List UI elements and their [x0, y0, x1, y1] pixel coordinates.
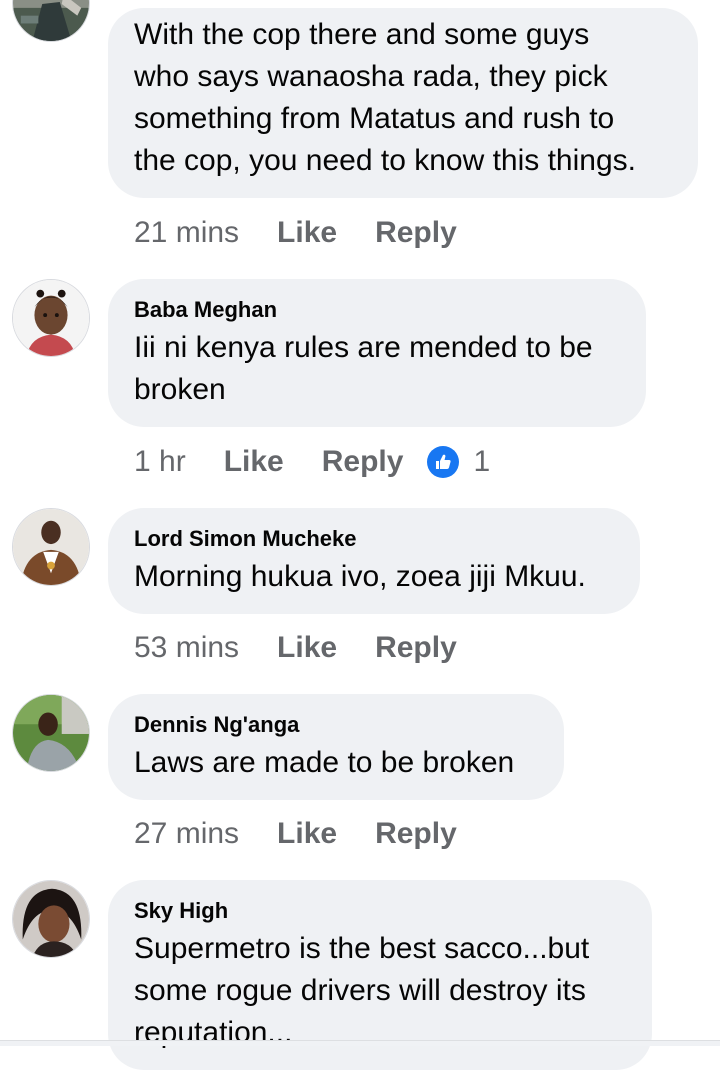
- reply-button[interactable]: Reply: [322, 445, 404, 479]
- comment-author[interactable]: Sky High: [134, 898, 228, 924]
- comment-text-line: something from Matatus and rush to: [134, 102, 615, 135]
- comment-text-line: some rogue drivers will destroy its: [134, 974, 586, 1007]
- reaction-summary[interactable]: 1: [427, 445, 490, 479]
- comment-actions: 53 mins Like Reply: [134, 628, 481, 668]
- avatar-image: [13, 0, 89, 41]
- avatar[interactable]: [12, 694, 90, 772]
- comment-author[interactable]: Lord Simon Mucheke: [134, 526, 356, 552]
- like-button[interactable]: Like: [277, 631, 337, 665]
- avatar-image: [13, 509, 89, 585]
- avatar[interactable]: [12, 279, 90, 357]
- comment-bubble: Lord Simon Mucheke Morning hukua ivo, zo…: [108, 508, 640, 614]
- thumbs-up-icon: [427, 446, 460, 478]
- reply-button[interactable]: Reply: [375, 631, 457, 665]
- reaction-count: 1: [473, 445, 491, 478]
- comment-actions: 27 mins Like Reply: [134, 814, 481, 854]
- comment-text-line: the cop, you need to know this things.: [134, 144, 636, 177]
- avatar[interactable]: [12, 880, 90, 958]
- comment-text-line: Laws are made to be broken: [134, 746, 515, 779]
- comment-actions: 21 mins Like Reply: [134, 213, 481, 253]
- comment-text-line: who says wanaosha rada, they pick: [134, 60, 608, 93]
- comment-text-line: Morning hukua ivo, zoea jiji Mkuu.: [134, 560, 586, 593]
- like-button[interactable]: Like: [277, 216, 337, 250]
- comment-bubble: Dennis Ng'anga Laws are made to be broke…: [108, 694, 564, 800]
- avatar[interactable]: [12, 0, 90, 42]
- comment-timestamp: 53 mins: [134, 631, 240, 664]
- bottom-divider: [0, 1040, 720, 1046]
- comment-bubble: With the cop there and some guys who say…: [108, 8, 698, 198]
- reply-button[interactable]: Reply: [375, 817, 457, 851]
- like-button[interactable]: Like: [224, 445, 284, 479]
- comment-text-line: Iii ni kenya rules are mended to be: [134, 331, 593, 364]
- comment-author[interactable]: Baba Meghan: [134, 297, 277, 323]
- comment-text-line: With the cop there and some guys: [134, 18, 590, 51]
- avatar[interactable]: [12, 508, 90, 586]
- avatar-image: [13, 881, 89, 957]
- like-button[interactable]: Like: [277, 817, 337, 851]
- comment-text-line: broken: [134, 373, 226, 406]
- comment-timestamp: 21 mins: [134, 216, 240, 249]
- comment-text-line: Supermetro is the best sacco...but: [134, 932, 590, 965]
- reply-button[interactable]: Reply: [375, 216, 457, 250]
- avatar-image: [13, 695, 89, 771]
- avatar-image: [13, 280, 89, 356]
- comment-bubble: Baba Meghan Iii ni kenya rules are mende…: [108, 279, 646, 427]
- comment-actions: 1 hr Like Reply 1: [134, 442, 490, 482]
- comment-text-line: reputation...: [134, 1016, 293, 1049]
- comment-timestamp: 1 hr: [134, 445, 186, 478]
- comment-timestamp: 27 mins: [134, 817, 240, 850]
- comment-author[interactable]: Dennis Ng'anga: [134, 712, 299, 738]
